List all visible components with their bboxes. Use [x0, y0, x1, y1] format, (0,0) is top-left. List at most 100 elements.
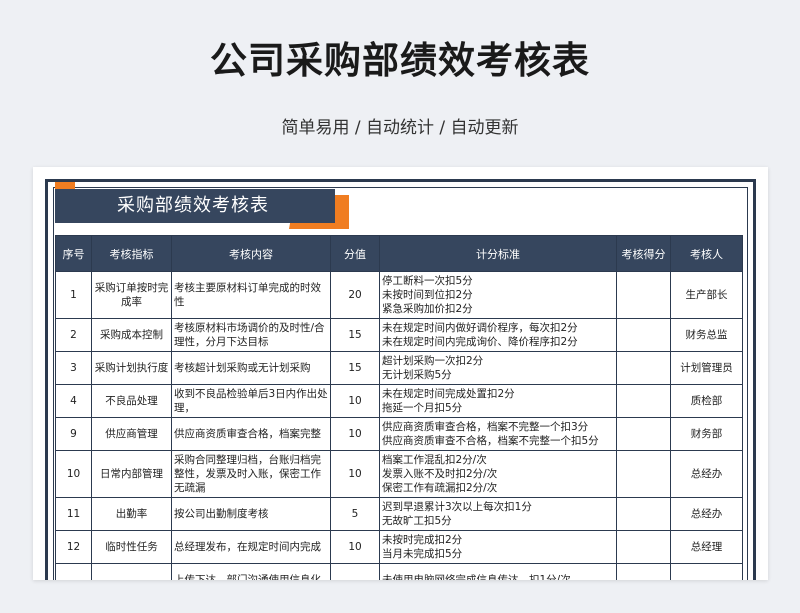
cell-content: 供应商资质审查合格，档案完整	[171, 417, 331, 451]
cell-criteria: 迟到早退累计3次以上每次扣1分 无故旷工扣5分	[379, 497, 617, 531]
cell-score: 10	[330, 417, 380, 451]
criteria-line: 发票入账不及时扣2分/次	[382, 468, 498, 480]
cell-content: 按公司出勤制度考核	[171, 497, 331, 531]
cell-indicator: 采购成本控制	[91, 318, 172, 352]
criteria-line: 停工断料一次扣5分	[382, 275, 473, 287]
cell-indicator: 采购订单按时完成率	[91, 271, 172, 319]
table-row: 上传下达，部门沟通使用信息化未使用电脑网络完成信息传达，扣1分/次	[55, 563, 743, 580]
cell-result	[616, 530, 671, 564]
criteria-line: 超计划采购一次扣2分	[382, 355, 484, 367]
cell-assessor: 总经理	[670, 530, 743, 564]
table-row: 11 出勤率 按公司出勤制度考核 5 迟到早退累计3次以上每次扣1分 无故旷工扣5分 总经办	[55, 497, 743, 531]
criteria-line: 保密工作有疏漏扣2分/次	[382, 482, 498, 494]
cell-content: 总经理发布，在规定时间内完成	[171, 530, 331, 564]
cell-result	[616, 351, 671, 385]
cell-score: 10	[330, 384, 380, 418]
cell-assessor	[670, 563, 743, 580]
cell-criteria: 停工断料一次扣5分 未按时间到位扣2分 紧急采购加价扣2分	[379, 271, 617, 319]
criteria-line: 供应商资质审查不合格，档案不完整一个扣5分	[382, 435, 599, 447]
criteria-line: 供应商资质审查合格，档案不完整一个扣3分	[382, 421, 589, 433]
criteria-line: 当月未完成扣5分	[382, 548, 463, 560]
table-row: 12 临时性任务 总经理发布，在规定时间内完成 10 未按时完成扣2分 当月未完成扣5分 总…	[55, 530, 743, 564]
performance-table: 序号 考核指标 考核内容 分值 计分标准 考核得分 考核人 1 采购订单按时完成率…	[55, 235, 743, 580]
cell-indicator: 不良品处理	[91, 384, 172, 418]
cell-assessor: 财务部	[670, 417, 743, 451]
cell-result	[616, 384, 671, 418]
table-row: 2 采购成本控制 考核原材料市场调价的及时性/合理性，分月下达目标 15 未在规定时间内…	[55, 318, 743, 352]
page-subtitle: 简单易用 / 自动统计 / 自动更新	[281, 118, 519, 138]
cell-content: 考核主要原材料订单完成的时效性	[171, 271, 331, 319]
col-header-result: 考核得分	[616, 235, 671, 272]
criteria-line: 未在规定时间内做好调价程序，每次扣2分	[382, 322, 578, 334]
cell-indicator: 日常内部管理	[91, 450, 172, 498]
cell-score: 10	[330, 450, 380, 498]
cell-criteria: 未在规定时间内做好调价程序，每次扣2分 未在规定时间内完成询价、降价程序扣2分	[379, 318, 617, 352]
cell-no: 4	[55, 384, 92, 418]
cell-result	[616, 450, 671, 498]
cell-assessor: 生产部长	[670, 271, 743, 319]
cell-indicator: 临时性任务	[91, 530, 172, 564]
cell-content: 考核原材料市场调价的及时性/合理性，分月下达目标	[171, 318, 331, 352]
cell-content: 采购合同整理归档，台账归档完整性，发票及时入账，保密工作无疏漏	[171, 450, 331, 498]
col-header-criteria: 计分标准	[379, 235, 617, 272]
cell-assessor: 质检部	[670, 384, 743, 418]
col-header-assessor: 考核人	[670, 235, 743, 272]
cell-indicator: 出勤率	[91, 497, 172, 531]
criteria-line: 未按时完成扣2分	[382, 534, 463, 546]
cell-indicator	[91, 563, 172, 580]
cell-assessor: 总经办	[670, 497, 743, 531]
cell-score: 15	[330, 318, 380, 352]
criteria-line: 未在规定时间内完成询价、降价程序扣2分	[382, 336, 578, 348]
cell-criteria: 供应商资质审查合格，档案不完整一个扣3分 供应商资质审查不合格，档案不完整一个扣5…	[379, 417, 617, 451]
criteria-line: 无计划采购5分	[382, 369, 452, 381]
criteria-line: 无故旷工扣5分	[382, 515, 452, 527]
cell-score: 10	[330, 530, 380, 564]
cell-score	[330, 563, 380, 580]
table-header-row: 序号 考核指标 考核内容 分值 计分标准 考核得分 考核人	[55, 235, 743, 272]
cell-assessor: 财务总监	[670, 318, 743, 352]
cell-criteria: 未使用电脑网络完成信息传达，扣1分/次	[379, 563, 617, 580]
table-row: 9 供应商管理 供应商资质审查合格，档案完整 10 供应商资质审查合格，档案不完整一个扣…	[55, 417, 743, 451]
document-sheet: 采购部绩效考核表 序号 考核指标 考核内容 分值 计分标准 考核得分 考核人 1…	[33, 167, 768, 580]
cell-result	[616, 271, 671, 319]
sheet-banner-title: 采购部绩效考核表	[55, 189, 335, 223]
cell-content: 考核超计划采购或无计划采购	[171, 351, 331, 385]
cell-indicator: 供应商管理	[91, 417, 172, 451]
criteria-line: 未在规定时间完成处置扣2分	[382, 388, 515, 400]
cell-score: 15	[330, 351, 380, 385]
cell-assessor: 总经办	[670, 450, 743, 498]
cell-no: 3	[55, 351, 92, 385]
cell-criteria: 超计划采购一次扣2分 无计划采购5分	[379, 351, 617, 385]
col-header-no: 序号	[55, 235, 92, 272]
criteria-line: 迟到早退累计3次以上每次扣1分	[382, 501, 532, 513]
cell-criteria: 档案工作混乱扣2分/次 发票入账不及时扣2分/次 保密工作有疏漏扣2分/次	[379, 450, 617, 498]
cell-no: 9	[55, 417, 92, 451]
cell-content: 上传下达，部门沟通使用信息化	[171, 563, 331, 580]
col-header-score: 分值	[330, 235, 380, 272]
cell-score: 20	[330, 271, 380, 319]
table-row: 10 日常内部管理 采购合同整理归档，台账归档完整性，发票及时入账，保密工作无疏漏 1…	[55, 450, 743, 498]
cell-no: 10	[55, 450, 92, 498]
criteria-line: 未按时间到位扣2分	[382, 289, 473, 301]
table-row: 4 不良品处理 收到不良品检验单后3日内作出处理， 10 未在规定时间完成处置扣2分 拖延…	[55, 384, 743, 418]
cell-result	[616, 417, 671, 451]
cell-content: 收到不良品检验单后3日内作出处理，	[171, 384, 331, 418]
criteria-line: 紧急采购加价扣2分	[382, 303, 473, 315]
cell-criteria: 未按时完成扣2分 当月未完成扣5分	[379, 530, 617, 564]
cell-result	[616, 318, 671, 352]
cell-no: 12	[55, 530, 92, 564]
criteria-line: 未使用电脑网络完成信息传达，扣1分/次	[382, 574, 571, 580]
cell-assessor: 计划管理员	[670, 351, 743, 385]
cell-result	[616, 563, 671, 580]
criteria-line: 拖延一个月扣5分	[382, 402, 463, 414]
criteria-line: 档案工作混乱扣2分/次	[382, 454, 487, 466]
cell-no: 1	[55, 271, 92, 319]
cell-score: 5	[330, 497, 380, 531]
cell-no: 11	[55, 497, 92, 531]
cell-result	[616, 497, 671, 531]
cell-no: 2	[55, 318, 92, 352]
col-header-content: 考核内容	[171, 235, 331, 272]
cell-no	[55, 563, 92, 580]
table-row: 3 采购计划执行度 考核超计划采购或无计划采购 15 超计划采购一次扣2分 无计划采购5分…	[55, 351, 743, 385]
cell-indicator: 采购计划执行度	[91, 351, 172, 385]
